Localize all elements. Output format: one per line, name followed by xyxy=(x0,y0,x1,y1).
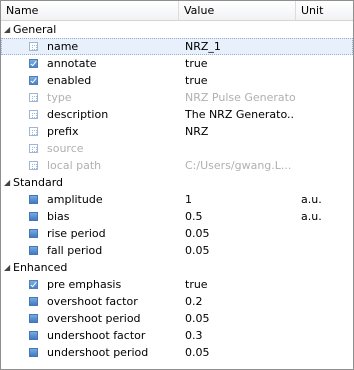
property-name: annotate xyxy=(47,57,97,70)
property-name: overshoot period xyxy=(47,312,141,325)
group-enhanced[interactable]: ◢ Enhanced xyxy=(1,259,353,276)
property-name: local path xyxy=(47,159,102,172)
property-grid: Name Value Unit ◢ General name NRZ_1 ann… xyxy=(0,0,354,370)
property-name: description xyxy=(47,108,109,121)
numeric-property-icon xyxy=(29,246,38,255)
property-name: overshoot factor xyxy=(47,295,138,308)
property-row-overshoot-period[interactable]: overshoot period 0.05 xyxy=(1,310,353,327)
property-value[interactable]: The NRZ Generato... xyxy=(185,106,295,123)
property-name: fall period xyxy=(47,244,103,257)
text-property-icon xyxy=(29,127,38,136)
property-row-undershoot-period[interactable]: undershoot period 0.05 xyxy=(1,344,353,361)
numeric-property-icon xyxy=(29,314,38,323)
checkbox-icon xyxy=(29,76,38,85)
property-row-type: type NRZ Pulse Generator xyxy=(1,89,353,106)
property-value[interactable]: true xyxy=(185,72,295,89)
text-property-icon xyxy=(29,42,38,51)
property-row-bias[interactable]: bias 0.5 a.u. xyxy=(1,208,353,225)
property-row-prefix[interactable]: prefix NRZ xyxy=(1,123,353,140)
column-name-header[interactable]: Name xyxy=(1,1,179,20)
column-value-header[interactable]: Value xyxy=(179,1,296,20)
property-unit: a.u. xyxy=(301,193,322,206)
property-row-enabled[interactable]: enabled true xyxy=(1,72,353,89)
property-value[interactable]: NRZ xyxy=(185,123,295,140)
property-name: prefix xyxy=(47,125,79,138)
property-name: amplitude xyxy=(47,193,103,206)
property-row-description[interactable]: description The NRZ Generato... xyxy=(1,106,353,123)
property-row-rise-period[interactable]: rise period 0.05 xyxy=(1,225,353,242)
property-value[interactable]: true xyxy=(185,276,295,293)
property-value[interactable]: 0.3 xyxy=(185,327,295,344)
property-name: undershoot period xyxy=(47,346,149,359)
property-row-local-path: local path C:/Users/gwang.L... xyxy=(1,157,353,174)
property-value[interactable]: NRZ_1 xyxy=(185,38,295,55)
numeric-property-icon xyxy=(29,195,38,204)
property-value: C:/Users/gwang.L... xyxy=(185,159,292,172)
property-row-source: source xyxy=(1,140,353,157)
property-value[interactable]: 0.05 xyxy=(185,242,295,259)
group-general[interactable]: ◢ General xyxy=(1,21,353,38)
group-label: General xyxy=(13,23,57,36)
column-unit-header[interactable]: Unit xyxy=(296,1,353,20)
group-label: Enhanced xyxy=(13,261,68,274)
text-property-icon xyxy=(29,110,38,119)
property-name: pre emphasis xyxy=(47,278,122,291)
property-value[interactable]: 0.05 xyxy=(185,344,295,361)
numeric-property-icon xyxy=(29,348,38,357)
property-value[interactable]: 0.5 xyxy=(185,208,295,225)
property-row-amplitude[interactable]: amplitude 1 a.u. xyxy=(1,191,353,208)
text-property-icon xyxy=(29,144,38,153)
property-unit: a.u. xyxy=(301,210,322,223)
property-name: enabled xyxy=(47,74,92,87)
property-value[interactable]: 1 xyxy=(185,191,295,208)
numeric-property-icon xyxy=(29,212,38,221)
property-row-annotate[interactable]: annotate true xyxy=(1,55,353,72)
property-name: undershoot factor xyxy=(47,329,146,342)
property-rows: ◢ General name NRZ_1 annotate true enabl… xyxy=(1,21,353,361)
property-row-pre-emphasis[interactable]: pre emphasis true xyxy=(1,276,353,293)
property-name: bias xyxy=(47,210,70,223)
property-row-fall-period[interactable]: fall period 0.05 xyxy=(1,242,353,259)
text-property-icon xyxy=(29,161,38,170)
property-value[interactable]: 0.05 xyxy=(185,310,295,327)
property-value[interactable]: true xyxy=(185,55,295,72)
group-label: Standard xyxy=(13,176,64,189)
property-value[interactable]: 0.2 xyxy=(185,293,295,310)
checkbox-icon xyxy=(29,280,38,289)
numeric-property-icon xyxy=(29,331,38,340)
group-standard[interactable]: ◢ Standard xyxy=(1,174,353,191)
property-name: type xyxy=(47,91,72,104)
text-property-icon xyxy=(29,93,38,102)
property-value: NRZ Pulse Generator xyxy=(185,91,295,104)
property-name: rise period xyxy=(47,227,106,240)
numeric-property-icon xyxy=(29,229,38,238)
property-row-undershoot-factor[interactable]: undershoot factor 0.3 xyxy=(1,327,353,344)
property-row-name[interactable]: name NRZ_1 xyxy=(1,38,353,55)
property-name: source xyxy=(47,142,84,155)
property-row-overshoot-factor[interactable]: overshoot factor 0.2 xyxy=(1,293,353,310)
numeric-property-icon xyxy=(29,297,38,306)
checkbox-icon xyxy=(29,59,38,68)
property-name: name xyxy=(47,40,79,53)
property-value[interactable]: 0.05 xyxy=(185,225,295,242)
column-header: Name Value Unit xyxy=(1,1,353,21)
